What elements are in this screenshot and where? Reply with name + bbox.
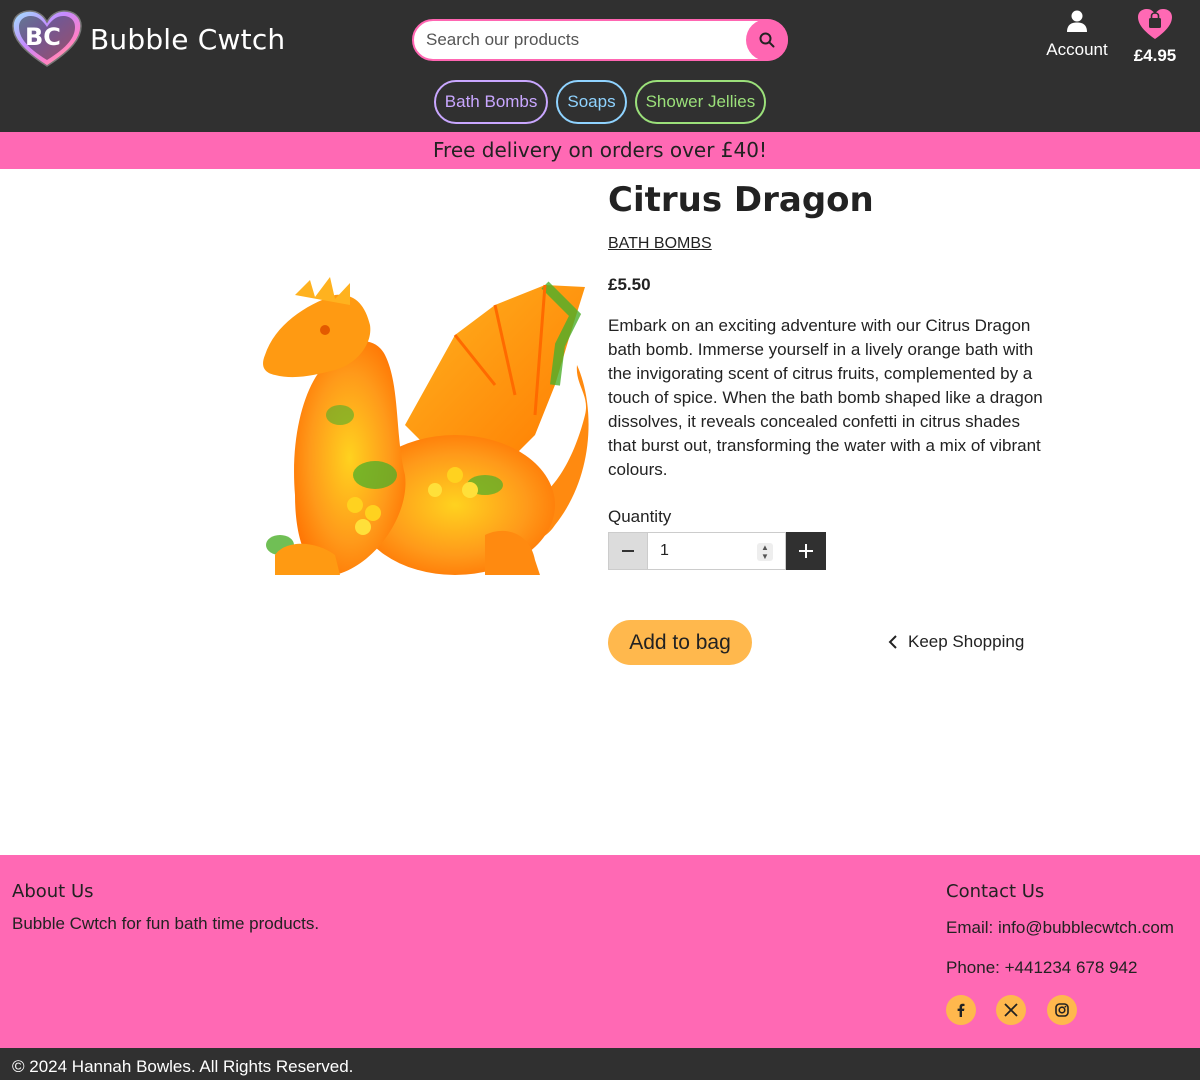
quantity-spinner[interactable]: ▲ ▼: [757, 543, 773, 561]
quantity-increase-button[interactable]: [786, 532, 826, 570]
contact-email[interactable]: Email: info@bubblecwtch.com: [946, 918, 1174, 938]
logo-initials: BC: [25, 23, 61, 51]
quantity-decrease-button[interactable]: [608, 532, 648, 570]
instagram-link[interactable]: [1047, 995, 1077, 1025]
heart-logo-icon: BC: [12, 10, 82, 68]
contact-phone[interactable]: Phone: +441234 678 942: [946, 958, 1137, 978]
nav-soaps-label: Soaps: [567, 92, 616, 111]
about-heading: About Us: [12, 881, 94, 902]
brand-name: Bubble Cwtch: [90, 22, 286, 56]
minus-icon: [622, 550, 634, 552]
user-icon: [1067, 10, 1087, 32]
category-nav: Bath Bombs Soaps Shower Jellies: [0, 80, 1200, 124]
copyright-bar: © 2024 Hannah Bowles. All Rights Reserve…: [0, 1048, 1200, 1080]
delivery-banner-text: Free delivery on orders over £40!: [433, 138, 767, 162]
delivery-banner: Free delivery on orders over £40!: [0, 132, 1200, 169]
nav-shower-jellies[interactable]: Shower Jellies: [634, 80, 767, 124]
nav-bath-bombs[interactable]: Bath Bombs: [433, 80, 549, 124]
contact-heading: Contact Us: [946, 881, 1045, 902]
instagram-icon: [1055, 1003, 1069, 1017]
x-link[interactable]: [996, 995, 1026, 1025]
search-button[interactable]: [746, 19, 788, 61]
quantity-value: 1: [660, 542, 669, 559]
quantity-label: Quantity: [608, 507, 672, 526]
copyright-text: © 2024 Hannah Bowles. All Rights Reserve…: [12, 1057, 354, 1076]
shopping-bag-button[interactable]: £4.95: [1128, 8, 1182, 66]
about-text: Bubble Cwtch for fun bath time products.: [12, 914, 320, 933]
account-label: Account: [1046, 40, 1108, 59]
site-header: BC Bubble Cwtch Account £4.95 Bath Bombs: [0, 0, 1200, 132]
product-title: Citrus Dragon: [608, 180, 874, 220]
product-image: [255, 275, 595, 585]
nav-shower-jellies-label: Shower Jellies: [645, 92, 756, 111]
keep-shopping-label: Keep Shopping: [908, 632, 1025, 651]
product-category-link[interactable]: BATH BOMBS: [608, 235, 712, 253]
facebook-icon: [957, 1003, 965, 1017]
add-to-bag-button[interactable]: Add to bag: [608, 620, 752, 665]
search-input[interactable]: [414, 21, 734, 59]
quantity-stepper: 1 ▲ ▼: [608, 532, 826, 570]
keep-shopping-link[interactable]: Keep Shopping: [888, 632, 1024, 652]
search-bar: [412, 19, 788, 61]
site-footer: About Us Bubble Cwtch for fun bath time …: [0, 855, 1200, 1048]
nav-soaps[interactable]: Soaps: [556, 80, 627, 124]
logo-link[interactable]: BC Bubble Cwtch: [12, 10, 285, 68]
chevron-left-icon: [888, 635, 897, 649]
heart-bag-icon: [1138, 9, 1172, 39]
nav-bath-bombs-label: Bath Bombs: [444, 92, 538, 111]
product-price: £5.50: [608, 275, 651, 294]
account-button[interactable]: Account: [1040, 10, 1114, 60]
quantity-input[interactable]: 1 ▲ ▼: [648, 532, 786, 570]
bag-total: £4.95: [1133, 46, 1177, 65]
product-description: Embark on an exciting adventure with our…: [608, 316, 1043, 479]
x-icon: [1004, 1003, 1018, 1017]
search-icon: [759, 32, 775, 48]
facebook-link[interactable]: [946, 995, 976, 1025]
plus-icon: [799, 544, 813, 558]
